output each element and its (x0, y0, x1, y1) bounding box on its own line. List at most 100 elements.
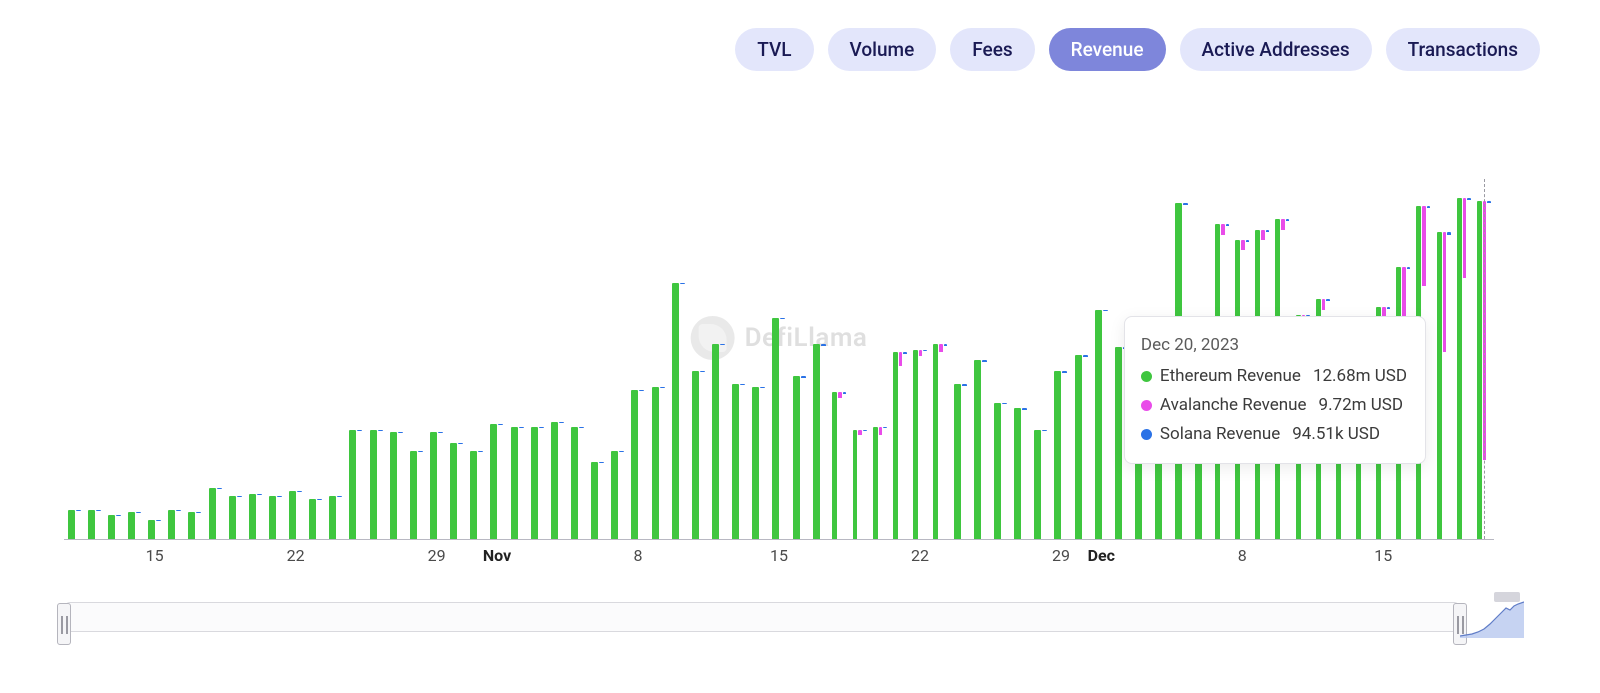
bar-group[interactable] (309, 499, 323, 539)
bar-sol (720, 344, 725, 345)
bar-group[interactable] (248, 494, 262, 539)
bar-group[interactable] (973, 360, 987, 539)
bar-eth (390, 432, 397, 539)
bar-sol (1467, 198, 1471, 200)
bar-group[interactable] (933, 344, 947, 539)
bar-group[interactable] (732, 384, 746, 539)
bar-group[interactable] (430, 432, 444, 539)
bar-eth (188, 512, 195, 539)
tab-tvl[interactable]: TVL (735, 28, 813, 71)
bar-eth (209, 488, 216, 539)
bar-group[interactable] (349, 430, 363, 539)
bar-group[interactable] (228, 496, 242, 539)
bar-group[interactable] (530, 427, 544, 539)
navigator-handle-left[interactable] (57, 603, 71, 645)
bar-group[interactable] (994, 403, 1008, 539)
bar-group[interactable] (389, 432, 403, 539)
bar-group[interactable] (67, 510, 81, 539)
bar-group[interactable] (953, 384, 967, 539)
bar-eth (309, 499, 316, 539)
bar-group[interactable] (268, 496, 282, 539)
bar-group[interactable] (490, 424, 504, 539)
bar-group[interactable] (752, 387, 766, 539)
bar-group[interactable] (1054, 371, 1068, 539)
bar-group[interactable] (853, 430, 867, 539)
bar-group[interactable] (591, 462, 605, 539)
bar-group[interactable] (913, 350, 927, 539)
bar-sol (237, 496, 242, 497)
bar-group[interactable] (329, 496, 343, 539)
bar-sol (821, 344, 826, 345)
tab-tx[interactable]: Transactions (1386, 28, 1540, 71)
bar-eth (370, 430, 377, 539)
bar-group[interactable] (1437, 232, 1451, 539)
bar-group[interactable] (510, 427, 524, 539)
bar-sol (398, 432, 403, 433)
chart-tooltip: Dec 20, 2023 Ethereum Revenue12.68m USDA… (1124, 316, 1426, 464)
bar-sol (801, 376, 806, 377)
bar-group[interactable] (87, 510, 101, 539)
bar-eth (672, 283, 679, 539)
bar-avax (1261, 230, 1265, 241)
bar-avax (1241, 240, 1245, 249)
bar-group[interactable] (168, 510, 182, 539)
bar-avax (1221, 224, 1225, 235)
bar-eth (88, 510, 95, 539)
bar-group[interactable] (611, 451, 625, 539)
tab-volume[interactable]: Volume (828, 28, 937, 71)
bar-group[interactable] (107, 515, 121, 539)
bar-group[interactable] (1014, 408, 1028, 539)
bar-group[interactable] (832, 392, 846, 539)
bar-group[interactable] (1074, 355, 1088, 539)
bar-group[interactable] (450, 443, 464, 539)
bar-group[interactable] (1034, 430, 1048, 539)
bar-sol (116, 515, 121, 516)
bar-group[interactable] (148, 520, 162, 539)
bar-group[interactable] (812, 344, 826, 539)
bar-group[interactable] (873, 427, 887, 539)
bar-sol (196, 512, 201, 513)
bar-eth (551, 422, 558, 539)
bar-sol (944, 344, 948, 345)
bar-group[interactable] (671, 283, 685, 539)
tooltip-date: Dec 20, 2023 (1141, 331, 1407, 360)
bar-group[interactable] (550, 422, 564, 539)
bar-group[interactable] (188, 512, 202, 539)
bar-group[interactable] (409, 451, 423, 539)
bar-eth (329, 496, 336, 539)
bar-sol (1407, 267, 1411, 269)
chart-navigator[interactable] (64, 596, 1524, 638)
bar-group[interactable] (792, 376, 806, 539)
bar-group[interactable] (369, 430, 383, 539)
bar-group[interactable] (571, 427, 585, 539)
bar-group[interactable] (1457, 198, 1471, 539)
bar-eth (853, 430, 858, 539)
bar-avax (1463, 198, 1467, 278)
bar-group[interactable] (127, 512, 141, 539)
tab-aa[interactable]: Active Addresses (1180, 28, 1372, 71)
bar-group[interactable] (651, 387, 665, 539)
bar-group[interactable] (712, 344, 726, 539)
bar-sol (1042, 430, 1047, 431)
bar-group[interactable] (893, 352, 907, 539)
bar-sol (579, 427, 584, 428)
bar-sol (498, 424, 503, 425)
bar-group[interactable] (691, 371, 705, 539)
bar-eth (289, 491, 296, 539)
bar-group[interactable] (1094, 310, 1108, 539)
navigator-track[interactable] (64, 602, 1460, 632)
tab-revenue[interactable]: Revenue (1049, 28, 1166, 71)
tab-fees[interactable]: Fees (950, 28, 1034, 71)
bar-sol (1326, 299, 1330, 301)
bar-group[interactable] (631, 390, 645, 539)
bar-sol (962, 384, 967, 385)
bar-group[interactable] (470, 451, 484, 539)
bar-sol (780, 318, 785, 319)
tooltip-series-value: 9.72m USD (1319, 391, 1404, 420)
bar-group[interactable] (289, 491, 303, 539)
bar-group[interactable] (208, 488, 222, 539)
bar-sol (1022, 408, 1027, 409)
x-tick: 29 (1052, 546, 1070, 565)
bar-group[interactable] (772, 318, 786, 539)
bar-eth (933, 344, 938, 539)
